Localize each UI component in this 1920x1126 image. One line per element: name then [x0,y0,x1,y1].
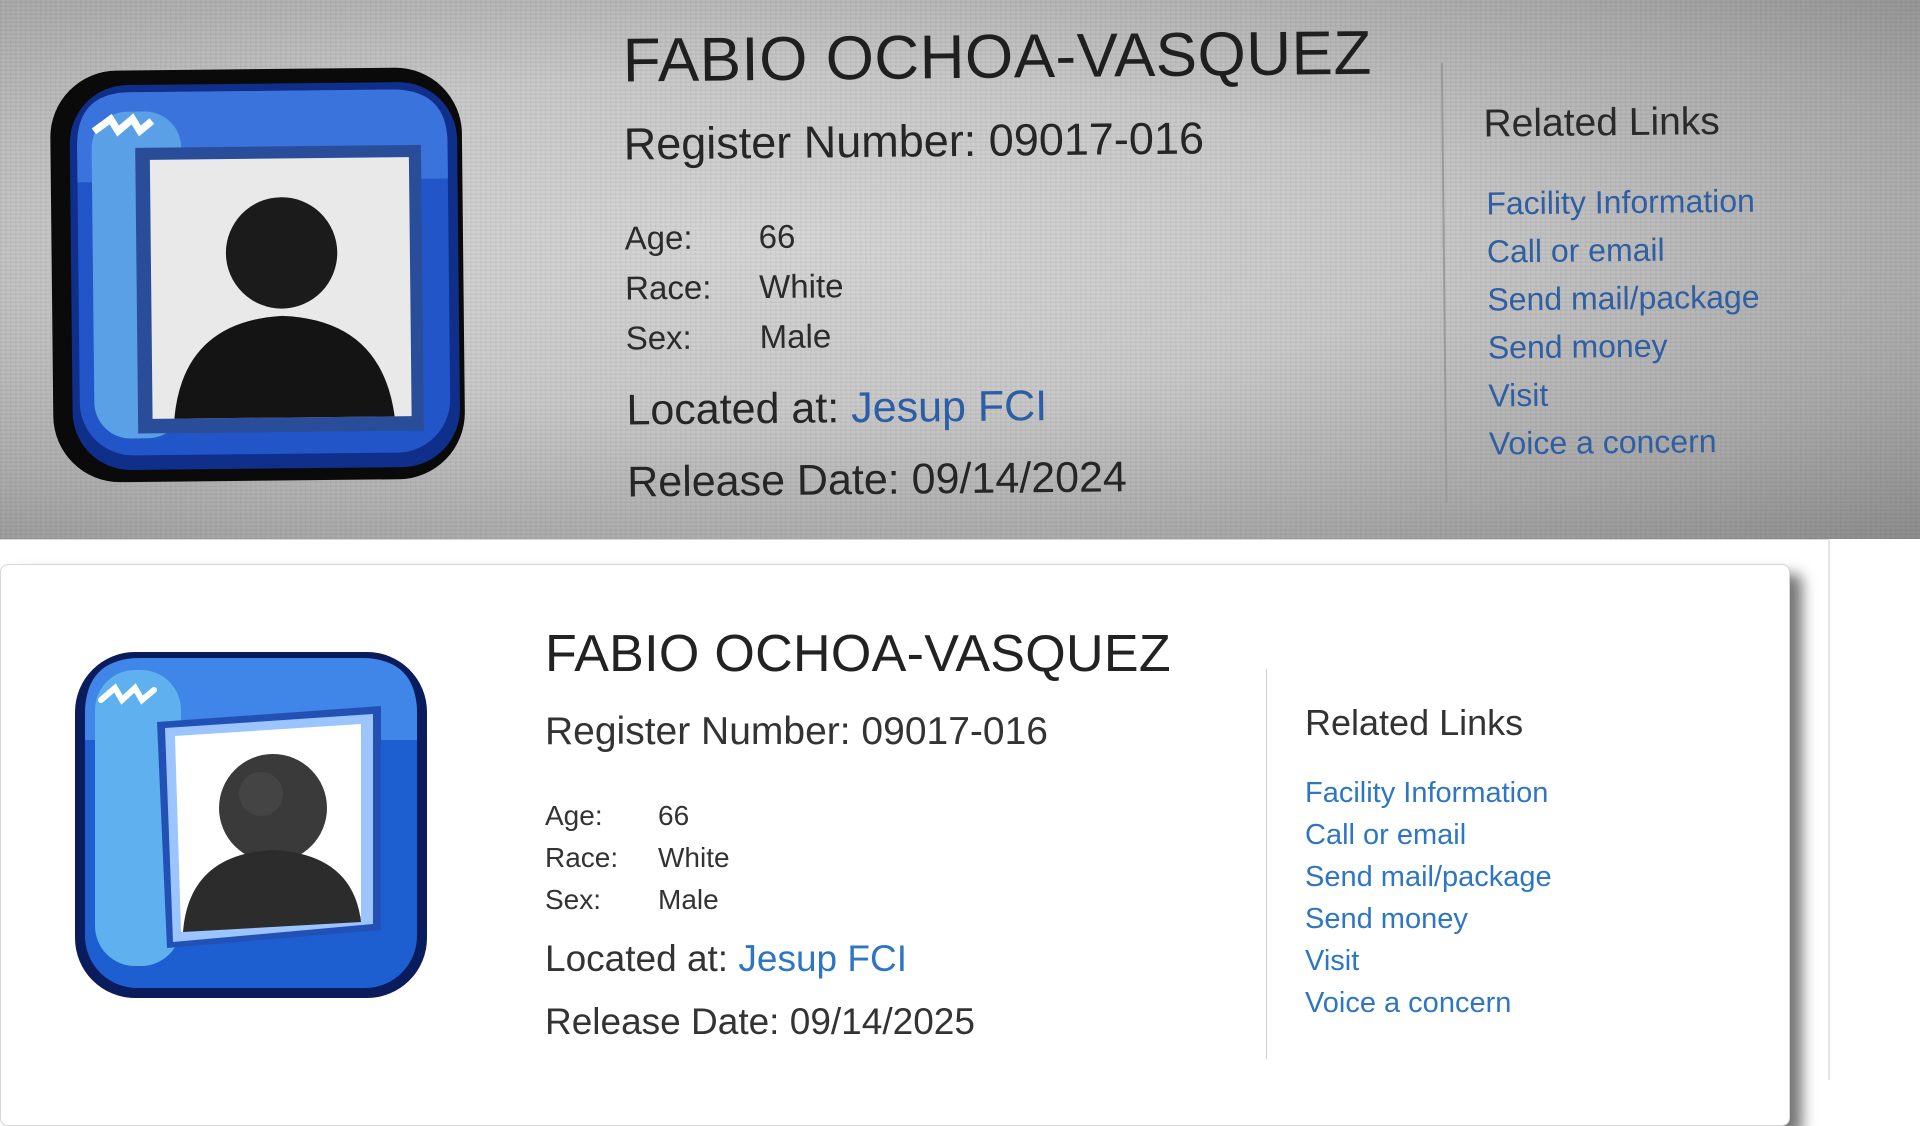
photo-race-value: White [758,267,844,306]
facility-link[interactable]: Jesup FCI [738,938,907,979]
inmate-record-card: FABIO OCHOA-VASQUEZ Register Number: 090… [0,564,1790,1126]
photo-register-number: Register Number: 09017-016 [623,112,1205,170]
photo-link-call-or-email: Call or email [1486,231,1665,270]
photo-location: Located at: Jesup FCI [626,382,1047,435]
race-value: White [658,842,730,873]
photo-release-date: Release Date: 09/14/2024 [626,453,1128,507]
photo-sex-row: Sex: Male [626,317,832,357]
photo-divider [1440,62,1448,503]
sex-label: Sex: [545,884,602,915]
link-facility-information[interactable]: Facility Information [1305,772,1552,814]
photo-age-label: Age: [624,218,693,257]
race-label: Race: [545,842,619,873]
photo-age-row: Age: 66 [624,218,795,258]
photo-link-facility-information: Facility Information [1486,182,1756,222]
inmate-photo-placeholder-icon [75,652,427,998]
photo-sex-value: Male [759,317,832,356]
page-right-margin [1828,539,1920,1080]
link-send-money[interactable]: Send money [1305,898,1552,940]
photo-facility-link: Jesup FCI [850,382,1048,433]
release-date: Release Date: 09/14/2025 [545,1001,975,1042]
location: Located at: Jesup FCI [545,938,907,980]
photo-age-value: 66 [758,217,796,256]
photographed-screen: FABIO OCHOA-VASQUEZ Register Number: 090… [0,0,1920,539]
photo-link-send-mail-package: Send mail/package [1487,278,1760,318]
link-send-mail-package[interactable]: Send mail/package [1305,856,1552,898]
photo-related-links-list: Facility Information Call or email Send … [1486,177,1761,468]
link-voice-a-concern[interactable]: Voice a concern [1305,982,1552,1024]
sex-row: Sex: Male [545,879,730,921]
age-row: Age: 66 [545,795,730,837]
photo-link-send-money: Send money [1487,327,1668,366]
photo-race-row: Race: White [625,267,844,307]
age-value: 66 [658,800,690,831]
related-links-title: Related Links [1305,702,1524,743]
photo-related-links-title: Related Links [1483,100,1721,146]
photo-avatar-icon [50,67,465,483]
located-label: Located at: [545,938,729,979]
register-number: Register Number: 09017-016 [545,710,1048,753]
sex-value: Male [658,884,719,915]
photo-sex-label: Sex: [625,318,692,357]
photo-link-visit: Visit [1488,376,1549,414]
race-row: Race: White [545,837,730,879]
photo-race-label: Race: [624,268,712,307]
page-top-border [0,539,1920,540]
related-links-list: Facility Information Call or email Send … [1305,772,1552,1024]
inmate-facts: Age: 66 Race: White Sex: Male [545,795,730,921]
photo-inmate-name: FABIO OCHOA-VASQUEZ [622,18,1373,96]
age-label: Age: [545,800,603,831]
inmate-locator-page: FABIO OCHOA-VASQUEZ Register Number: 090… [0,539,1920,1126]
inmate-name: FABIO OCHOA-VASQUEZ [545,625,1171,683]
photo-link-voice-a-concern: Voice a concern [1488,423,1717,462]
link-visit[interactable]: Visit [1305,940,1552,982]
photo-located-label: Located at: [626,384,840,435]
link-call-or-email[interactable]: Call or email [1305,814,1552,856]
related-links-divider [1266,669,1267,1059]
